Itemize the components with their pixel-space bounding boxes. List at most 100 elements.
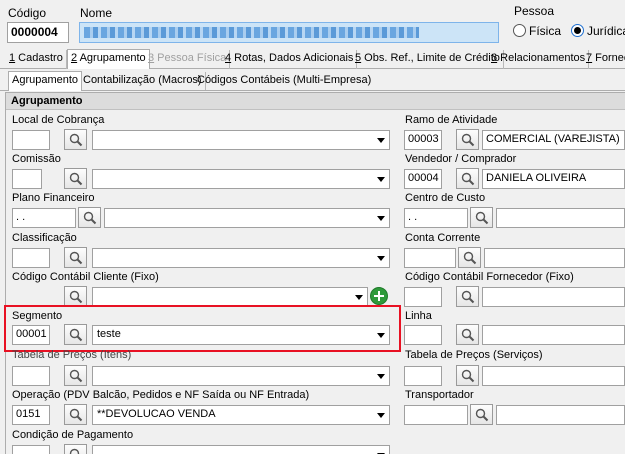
pessoa-label: Pessoa bbox=[514, 4, 555, 18]
centro-custo-code[interactable]: . . bbox=[404, 208, 468, 228]
tab-rotas[interactable]: 4 Rotas, Dados Adicionais bbox=[222, 50, 358, 69]
operacao-search-button[interactable] bbox=[64, 404, 87, 425]
search-icon bbox=[69, 328, 83, 342]
redacted-name bbox=[84, 27, 419, 38]
tabela-precos-servicos-code[interactable] bbox=[404, 366, 442, 386]
condicao-pagamento-label: Condição de Pagamento bbox=[12, 429, 134, 441]
chevron-down-icon[interactable] bbox=[377, 413, 385, 418]
codigo-contabil-cliente-combo[interactable] bbox=[92, 287, 368, 307]
tabela-precos-itens-search-button[interactable] bbox=[64, 365, 87, 386]
classificacao-code[interactable] bbox=[12, 248, 50, 268]
codigo-contabil-fornecedor-label: Código Contábil Fornecedor (Fixo) bbox=[405, 271, 574, 283]
subtab-contabilizacao[interactable]: Contabilização (Macros) bbox=[80, 72, 206, 90]
local-cobranca-label: Local de Cobrança bbox=[12, 114, 105, 126]
chevron-down-icon[interactable] bbox=[355, 295, 363, 300]
chevron-down-icon[interactable] bbox=[377, 177, 385, 182]
codigo-contabil-cliente-search-button[interactable] bbox=[64, 286, 87, 307]
linha-label: Linha bbox=[405, 310, 432, 322]
local-cobranca-search-button[interactable] bbox=[64, 129, 87, 150]
linha-search-button[interactable] bbox=[456, 324, 479, 345]
section-header: Agrupamento bbox=[6, 93, 625, 110]
chevron-down-icon[interactable] bbox=[377, 216, 385, 221]
linha-code[interactable] bbox=[404, 325, 442, 345]
ramo-atividade-code[interactable]: 00003 bbox=[404, 130, 442, 150]
chevron-down-icon[interactable] bbox=[377, 374, 385, 379]
segmento-combo[interactable]: teste bbox=[92, 325, 390, 345]
add-icon[interactable] bbox=[370, 287, 388, 305]
pessoa-fisica-label[interactable]: Física bbox=[529, 24, 561, 38]
subtab-codigos-contabeis[interactable]: Códigos Contábeis (Multi-Empresa) bbox=[194, 72, 374, 90]
transportador-desc bbox=[496, 405, 625, 425]
comissao-code[interactable] bbox=[12, 169, 42, 189]
segmento-code[interactable]: 00001 bbox=[12, 325, 50, 345]
condicao-pagamento-combo[interactable] bbox=[92, 445, 390, 454]
tab-pessoa-fisica[interactable]: 3 Pessoa Física bbox=[145, 50, 231, 69]
comissao-label: Comissão bbox=[12, 153, 61, 165]
tabela-precos-servicos-desc bbox=[482, 366, 625, 386]
centro-custo-desc bbox=[496, 208, 625, 228]
vendedor-code[interactable]: 00004 bbox=[404, 169, 442, 189]
subtab-strip-line bbox=[0, 90, 625, 91]
tab-obs-ref[interactable]: 5 Obs. Ref., Limite de Crédito bbox=[352, 50, 504, 69]
nome-input[interactable] bbox=[79, 22, 499, 43]
search-icon bbox=[475, 211, 489, 225]
chevron-down-icon[interactable] bbox=[377, 256, 385, 261]
transportador-code[interactable] bbox=[404, 405, 468, 425]
conta-corrente-search-button[interactable] bbox=[458, 247, 481, 268]
search-icon bbox=[463, 251, 477, 265]
segmento-search-button[interactable] bbox=[64, 324, 87, 345]
search-icon bbox=[69, 133, 83, 147]
classificacao-combo[interactable] bbox=[92, 248, 390, 268]
tabela-precos-servicos-search-button[interactable] bbox=[456, 365, 479, 386]
search-icon bbox=[461, 290, 475, 304]
pessoa-juridica-label[interactable]: Jurídica bbox=[587, 24, 625, 38]
search-icon bbox=[69, 172, 83, 186]
chevron-down-icon[interactable] bbox=[377, 138, 385, 143]
segmento-label: Segmento bbox=[12, 310, 63, 322]
vendedor-search-button[interactable] bbox=[456, 168, 479, 189]
section-title: Agrupamento bbox=[11, 95, 83, 107]
tab-cadastro[interactable]: 1 Cadastro bbox=[6, 50, 67, 69]
ramo-atividade-desc: COMERCIAL (VAREJISTA) bbox=[482, 130, 625, 150]
plano-financeiro-code[interactable]: . . bbox=[12, 208, 76, 228]
pessoa-fisica-radio[interactable] bbox=[513, 24, 526, 37]
local-cobranca-code[interactable] bbox=[12, 130, 50, 150]
pessoa-juridica-radio[interactable] bbox=[571, 24, 584, 37]
centro-custo-label: Centro de Custo bbox=[405, 192, 486, 204]
conta-corrente-code[interactable] bbox=[404, 248, 456, 268]
tab-agrupamento[interactable]: 2 Agrupamento bbox=[67, 49, 150, 69]
search-icon bbox=[461, 328, 475, 342]
codigo-contabil-fornecedor-code[interactable] bbox=[404, 287, 442, 307]
codigo-contabil-cliente-label: Código Contábil Cliente (Fixo) bbox=[12, 271, 159, 283]
plano-financeiro-combo[interactable] bbox=[104, 208, 390, 228]
tabela-precos-itens-code[interactable] bbox=[12, 366, 50, 386]
operacao-combo[interactable]: **DEVOLUCAO VENDA bbox=[92, 405, 390, 425]
codigo-label: Código bbox=[8, 6, 47, 20]
centro-custo-search-button[interactable] bbox=[470, 207, 493, 228]
local-cobranca-combo[interactable] bbox=[92, 130, 390, 150]
ramo-atividade-search-button[interactable] bbox=[456, 129, 479, 150]
conta-corrente-label: Conta Corrente bbox=[405, 232, 481, 244]
tab-fornecedor[interactable]: 7 Fornec bbox=[583, 50, 625, 69]
classificacao-search-button[interactable] bbox=[64, 247, 87, 268]
plano-financeiro-search-button[interactable] bbox=[78, 207, 101, 228]
condicao-pagamento-code[interactable] bbox=[12, 445, 50, 454]
comissao-search-button[interactable] bbox=[64, 168, 87, 189]
codigo-contabil-fornecedor-search-button[interactable] bbox=[456, 286, 479, 307]
tabela-precos-itens-combo[interactable] bbox=[92, 366, 390, 386]
codigo-contabil-fornecedor-desc bbox=[482, 287, 625, 307]
subtab-agrupamento[interactable]: Agrupamento bbox=[8, 71, 83, 91]
linha-desc bbox=[482, 325, 625, 345]
tab-relacionamentos[interactable]: 6 Relacionamentos bbox=[488, 50, 590, 69]
transportador-search-button[interactable] bbox=[470, 404, 493, 425]
search-icon bbox=[461, 369, 475, 383]
comissao-combo[interactable] bbox=[92, 169, 390, 189]
condicao-pagamento-search-button[interactable] bbox=[64, 444, 87, 454]
operacao-code[interactable]: 0151 bbox=[12, 405, 50, 425]
search-icon bbox=[69, 290, 83, 304]
search-icon bbox=[83, 211, 97, 225]
codigo-input[interactable]: 0000004 bbox=[7, 22, 69, 43]
nome-label: Nome bbox=[80, 6, 113, 20]
chevron-down-icon[interactable] bbox=[377, 333, 385, 338]
tabela-precos-itens-label: Tabela de Preços (Itens) bbox=[12, 349, 132, 361]
